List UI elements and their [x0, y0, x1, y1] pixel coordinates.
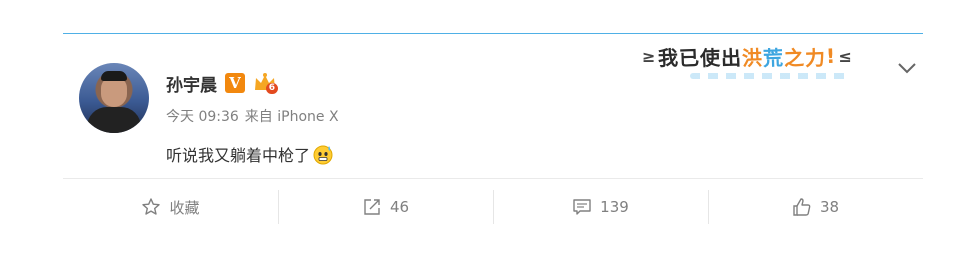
comment-count: 139: [600, 198, 629, 216]
post-source[interactable]: 来自 iPhone X: [245, 106, 339, 126]
chevron-down-icon[interactable]: [896, 60, 918, 76]
repost-button[interactable]: 46: [278, 190, 493, 224]
divider: [63, 178, 923, 179]
repost-count: 46: [389, 198, 410, 216]
favorite-label: 收藏: [169, 198, 200, 217]
banner-char: 我: [658, 45, 680, 70]
banner-char: !: [825, 43, 837, 69]
like-count: 38: [819, 198, 840, 216]
banner-char: 已: [679, 45, 701, 70]
thumbs-up-icon: [793, 198, 811, 216]
name-row: 孙宇晨 V 6: [166, 70, 278, 96]
vip-level: 6: [265, 83, 278, 94]
post-time[interactable]: 今天 09:36: [166, 106, 239, 126]
star-icon: [142, 198, 161, 215]
post-content: 听说我又躺着中枪了: [166, 142, 334, 166]
like-button[interactable]: 38: [708, 190, 923, 224]
avatar-hair: [101, 71, 127, 81]
banner-deco-left: ≥: [642, 46, 657, 66]
post-meta: 今天 09:36 来自 iPhone X: [166, 106, 339, 126]
banner-char: 之: [784, 45, 806, 70]
banner-waves: [690, 73, 850, 79]
vip-crown-icon[interactable]: 6: [253, 72, 278, 94]
banner-char: 荒: [763, 45, 785, 70]
action-bar: 收藏 46 139 38: [63, 190, 923, 224]
banner-char: 力: [805, 45, 827, 70]
sweat-emoji-icon: [312, 143, 334, 165]
avatar-suit: [87, 107, 141, 133]
comment-button[interactable]: 139: [493, 190, 708, 224]
share-icon: [364, 199, 380, 215]
verified-v-icon[interactable]: V: [225, 73, 245, 93]
banner-sticker: ≥ 我 已 使 出 洪 荒 之 力 ! ≤: [640, 34, 910, 78]
post-text: 听说我又躺着中枪了: [166, 146, 311, 165]
avatar-face: [101, 77, 127, 107]
username[interactable]: 孙宇晨: [166, 71, 217, 96]
banner-char: 洪: [742, 45, 764, 70]
banner-char: 使: [700, 45, 722, 70]
comment-icon: [573, 199, 591, 215]
banner-deco-right: ≤: [838, 46, 853, 66]
banner-char: 出: [721, 45, 743, 70]
favorite-button[interactable]: 收藏: [63, 190, 278, 224]
avatar[interactable]: [79, 63, 149, 133]
